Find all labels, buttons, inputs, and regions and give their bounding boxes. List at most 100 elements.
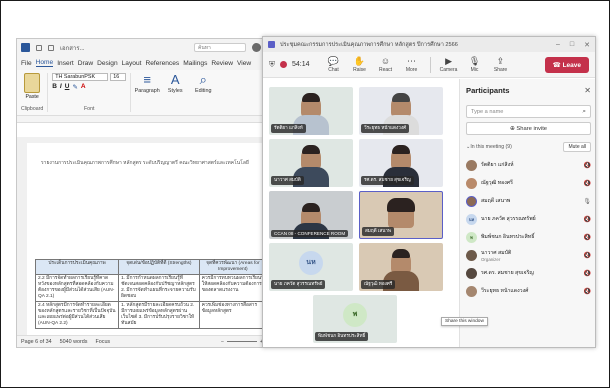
participant-name: นาย ภควัต สุวรรณทรัพย์ [481,216,536,222]
participant-initials: นห [299,251,323,275]
tile-name: CCAN 08 - CONFERENCE ROOM [271,230,349,237]
paste-icon[interactable] [24,73,41,93]
chat-label: Chat [328,67,339,73]
avatar [466,267,477,279]
horizontal-ruler[interactable] [17,116,265,123]
ribbon-tabs: File Home Insert Draw Design Layout Refe… [17,56,265,70]
participant-name: รัตติยา แก่สิงห์ [481,162,514,168]
video-tile[interactable]: นาวาศ สมบัติ [269,139,353,187]
teams-app-icon [268,41,275,48]
tab-references[interactable]: References [145,60,179,67]
react-button[interactable]: ☺ React [374,56,398,73]
participant-row[interactable]: นาวาศ สมบัติ Organizer 🔇 [466,246,591,264]
search-icon: ⌕ [582,107,586,115]
save-icon[interactable] [36,44,42,51]
user-avatar[interactable] [252,43,261,52]
more-icon: ⋯ [407,56,417,66]
word-search-input[interactable]: ค้นหา [194,43,246,52]
word-window: เอกสาร... ค้นหา File Home Insert Draw De… [16,38,266,348]
tab-mailings[interactable]: Mailings [183,60,207,67]
tile-name: นาย ภควัต สุวรรณทรัพย์ [271,280,326,289]
document-page[interactable]: รายงานการประเมินคุณภาพการศึกษา หลักสูตร … [27,143,265,335]
close-window-icon[interactable]: ✕ [584,41,590,49]
video-tile-active-speaker[interactable]: สมฤดี เสนาพ [359,191,443,239]
tile-name: รัตติยา แก่สิงห์ [271,124,306,133]
participant-row[interactable]: วีระยุทธ หน้าแดงวงศ์ 🔇 [466,282,591,300]
participant-name: ณัฐวุฒิ ทองศรี [481,180,513,186]
avatar [466,249,477,261]
meeting-toolbar: ⛨ 54:14 💬 Chat ✋ Raise ☺ React ⋯ More ▶ Camer… [263,52,595,78]
table-header-cell: จุดที่ควรพัฒนา (Areas for Improvement) [198,259,265,275]
participant-row[interactable]: รัตติยา แก่สิงห์ 🔇 [466,156,591,174]
zoom-out-icon[interactable]: − [221,339,224,345]
zoom-control[interactable]: − + [221,339,263,345]
mic-button[interactable]: 🎙 Mic [463,56,487,73]
participant-row[interactable]: รศ.ดร. สมชาย สุขเจริญ 🔇 [466,264,591,282]
zoom-slider[interactable] [226,341,257,342]
more-button[interactable]: ⋯ More [400,56,424,73]
video-tile[interactable]: ณัฐวุฒิ ทองศรี [359,243,443,291]
raise-hand-button[interactable]: ✋ Raise [348,56,372,73]
tab-layout[interactable]: Layout [122,60,142,67]
participant-row[interactable]: นห นาย ภควัต สุวรรณทรัพย์ 🔇 [466,210,591,228]
participant-row[interactable]: สมฤดี เสนาพ 🎙 [466,192,591,210]
mic-muted-icon: 🔇 [583,216,591,223]
chat-button[interactable]: 💬 Chat [322,56,346,73]
video-tile[interactable]: CCAN 08 - CONFERENCE ROOM [269,191,353,239]
editing-button[interactable]: ⌕ Editing [191,73,215,112]
focus-button[interactable]: Focus [95,339,110,345]
avatar [466,195,477,207]
editing-icon: ⌕ [199,72,207,87]
leave-button[interactable]: ☎ Leave [544,56,589,73]
participant-search-input[interactable]: Type a name ⌕ [466,105,591,118]
participant-hair [387,198,415,212]
meeting-title: ประชุมคณะกรรมการประเมินคุณภาพการศึกษา หล… [280,41,458,48]
highlight-icon[interactable]: ✎ [72,83,77,91]
video-tile[interactable]: รัตติยา แก่สิงห์ [269,87,353,135]
video-tile[interactable]: พ พิมพ์ชนก อินทรประสิทธิ์ [313,295,397,343]
tab-design[interactable]: Design [97,60,118,67]
font-size-select[interactable]: 16 [110,73,127,81]
camera-button[interactable]: ▶ Camera [437,56,461,73]
participant-row[interactable]: ณัฐวุฒิ ทองศรี 🔇 [466,174,591,192]
font-name-select[interactable]: TH SarabunPSK [52,73,109,81]
tab-home[interactable]: Home [35,59,54,67]
font-color-icon[interactable]: A [81,83,86,91]
maximize-icon[interactable]: □ [570,41,574,49]
share-invite-button[interactable]: ⊕ Share invite [466,122,591,135]
word-app-icon [21,43,30,52]
mic-icon: 🎙 [468,56,481,66]
tab-review[interactable]: Review [211,60,233,67]
mic-muted-icon: 🔇 [583,234,591,241]
assessment-table: ประเด็นการประเมินคุณภาพ จุดเด่น/ข้อปฏิบั… [34,259,265,329]
word-titlebar: เอกสาร... ค้นหา [17,39,265,56]
tab-view[interactable]: View [237,60,251,67]
video-tile[interactable]: รศ.ดร. สมชาย สุขเจริญ [359,139,443,187]
camera-icon: ▶ [445,56,452,66]
share-button[interactable]: ⇪ Share [489,56,513,73]
close-panel-icon[interactable]: ✕ [584,86,591,95]
mute-all-button[interactable]: Mute all [563,142,591,152]
tab-insert[interactable]: Insert [57,60,74,67]
tile-name: นาวาศ สมบัติ [271,176,304,185]
tile-name: ณัฐวุฒิ ทองศรี [361,280,396,289]
minimize-icon[interactable]: – [556,41,560,49]
avatar: นห [466,213,477,225]
video-tile[interactable]: นห นาย ภควัต สุวรรณทรัพย์ [269,243,353,291]
styles-button[interactable]: A Styles [163,73,187,112]
more-label: More [405,67,418,73]
shield-icon[interactable]: ⛨ [269,60,275,70]
tab-draw[interactable]: Draw [78,60,93,67]
participant-row[interactable]: พ พิมพ์ชนก อินทรประสิทธิ์ 🔇 [466,228,591,246]
table-cell: 2.2 มีการจัดทำผลการเรียนรู้ที่คาดหวังของ… [34,274,120,302]
bold-button[interactable]: B [52,83,57,91]
share-icon: ⇪ [496,56,505,66]
tab-file[interactable]: File [21,60,32,67]
video-tile[interactable]: วีระยุทธ หน้าแดงวงศ์ [359,87,443,135]
paragraph-button[interactable]: ≡ Paragraph [135,73,160,112]
undo-icon[interactable] [48,44,54,51]
participant-initials: พ [343,303,367,327]
avatar: พ [466,231,477,243]
underline-button[interactable]: U [65,83,70,91]
italic-button[interactable]: I [60,83,62,91]
